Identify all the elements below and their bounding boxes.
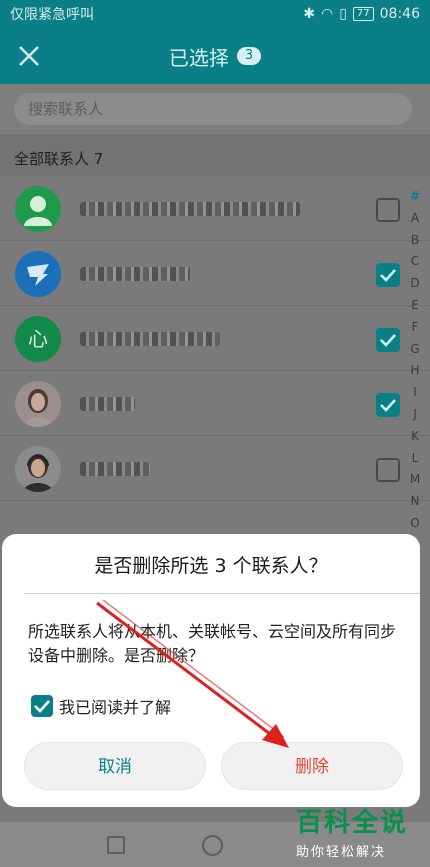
annotation-arrow-icon bbox=[96, 599, 289, 748]
watermark-title: 百科全说 bbox=[296, 808, 409, 838]
watermark-subtitle: 助你轻松解决 bbox=[296, 845, 387, 860]
site-watermark: 百科全说 助你轻松解决 bbox=[296, 802, 422, 862]
